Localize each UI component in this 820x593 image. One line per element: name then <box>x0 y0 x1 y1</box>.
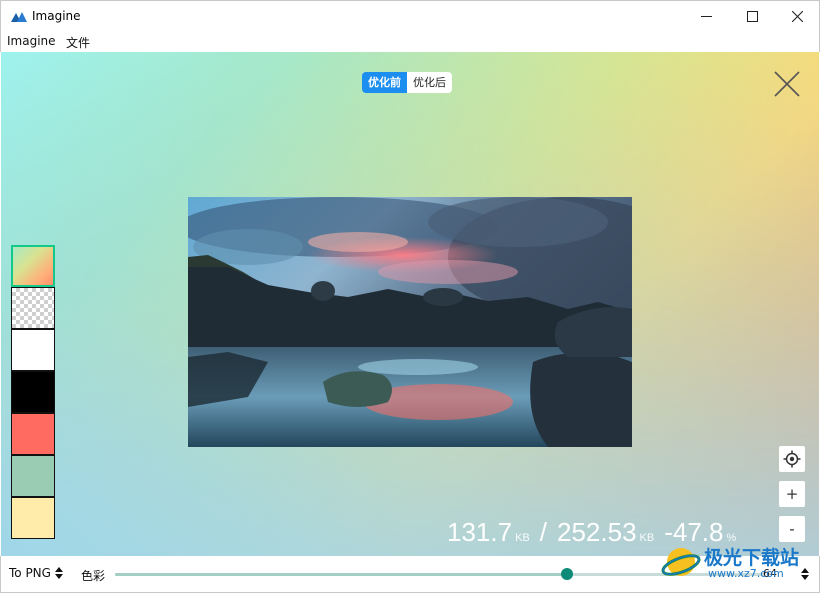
mountain-icon <box>11 12 27 22</box>
close-icon <box>791 11 803 22</box>
sort-arrows-icon <box>54 567 63 579</box>
preview-canvas: 优化前 优化后 + - 131.7 KB / 252.53 KB -47.8 % <box>1 52 819 556</box>
crosshair-icon <box>783 450 801 468</box>
maximize-button[interactable] <box>729 1 775 32</box>
background-swatches <box>11 245 55 539</box>
swatch-black[interactable] <box>11 371 55 413</box>
swatch-green[interactable] <box>11 455 55 497</box>
swatch-gradient[interactable] <box>11 245 55 287</box>
close-window-button[interactable] <box>774 1 820 32</box>
menu-imagine[interactable]: Imagine <box>7 34 56 48</box>
before-optimization-tab[interactable]: 优化前 <box>362 72 407 93</box>
minimize-icon <box>700 16 712 17</box>
watermark-title: 极光下载站 <box>704 547 800 569</box>
zoom-in-button[interactable]: + <box>779 481 805 507</box>
minimize-button[interactable] <box>683 1 729 32</box>
close-preview-icon[interactable] <box>773 70 801 98</box>
color-label: 色彩 <box>81 569 106 583</box>
swatch-transparent[interactable] <box>11 287 55 329</box>
watermark-logo-icon <box>661 548 701 576</box>
swatch-yellow[interactable] <box>11 497 55 539</box>
watermark: 极光下载站 www.xz7.com <box>660 541 816 583</box>
color-slider-fill <box>115 573 568 576</box>
format-select[interactable]: To PNG <box>9 566 63 580</box>
maximize-icon <box>746 11 758 22</box>
optimized-size: 131.7 <box>447 517 513 547</box>
menu-file[interactable]: 文件 <box>66 34 90 51</box>
menu-bar: Imagine 文件 <box>0 31 820 52</box>
color-slider-thumb[interactable] <box>561 568 574 580</box>
swatch-white[interactable] <box>11 329 55 371</box>
format-label: To PNG <box>9 566 51 580</box>
image-preview <box>188 197 632 447</box>
after-optimization-tab[interactable]: 优化后 <box>407 72 452 93</box>
watermark-url: www.xz7.com <box>708 567 784 580</box>
swatch-red[interactable] <box>11 413 55 455</box>
size-separator: / <box>539 517 547 547</box>
original-size-unit: KB <box>639 532 655 544</box>
zoom-out-button[interactable]: - <box>779 516 805 542</box>
original-size: 252.53 <box>557 517 637 547</box>
locate-button[interactable] <box>779 446 805 472</box>
compare-toggle: 优化前 优化后 <box>362 72 452 93</box>
window-title: Imagine <box>32 9 81 23</box>
optimized-size-unit: KB <box>515 532 530 544</box>
title-bar: Imagine <box>0 0 820 31</box>
landscape-photo <box>188 197 632 447</box>
